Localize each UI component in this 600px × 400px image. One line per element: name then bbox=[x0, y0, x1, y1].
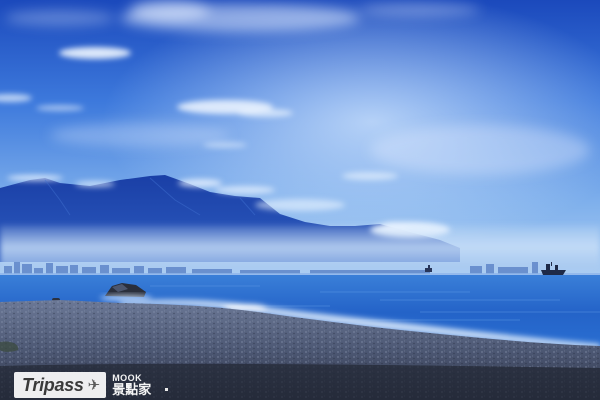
mook-chinese-text: 景點家 bbox=[112, 382, 152, 398]
tripass-logo-text: Tripass bbox=[22, 374, 84, 395]
tripass-watermark: Tripass ✈ MOOK 景點家 bbox=[14, 372, 169, 398]
landscape-drawing bbox=[0, 0, 600, 400]
mook-logo-text: MOOK bbox=[112, 372, 143, 383]
tripass-logo: Tripass ✈ bbox=[14, 372, 107, 398]
airplane-icon: ✈ bbox=[87, 376, 101, 394]
mist-band bbox=[0, 225, 600, 270]
mook-logo: MOOK 景點家 bbox=[112, 372, 152, 398]
watermark-dot bbox=[165, 387, 169, 391]
coastal-landscape-photo: Tripass ✈ MOOK 景點家 bbox=[0, 0, 600, 400]
